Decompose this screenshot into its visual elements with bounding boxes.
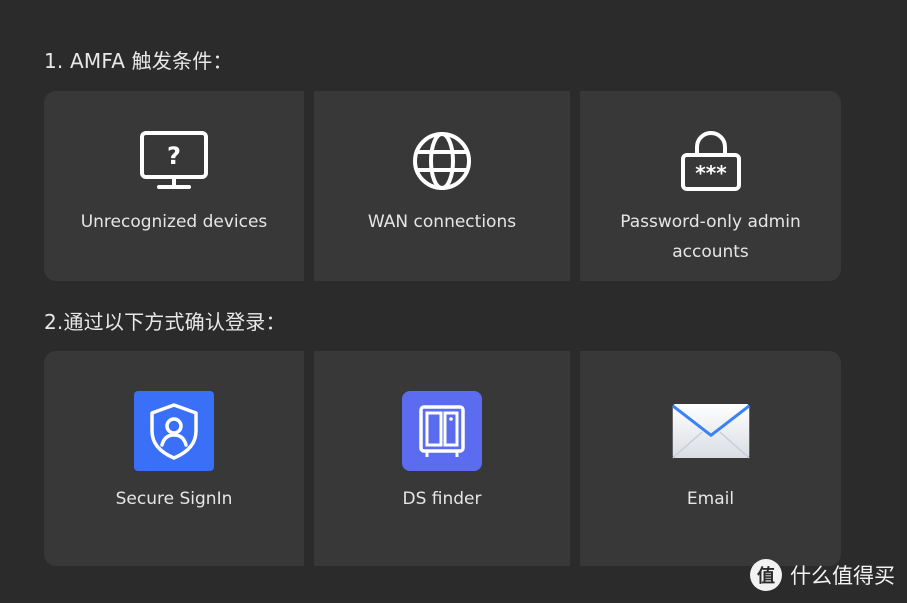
watermark-logo-icon: 值 (750, 559, 782, 591)
verification-methods-row: Secure SignIn DS finder Email (44, 351, 841, 566)
svg-text:***: *** (695, 161, 727, 185)
globe-icon (406, 129, 478, 193)
watermark: 值 什么值得买 (750, 559, 895, 591)
envelope-icon (671, 391, 751, 471)
trigger-conditions-row: ? Unrecognized devices WAN connections *… (44, 91, 841, 281)
ds-finder-icon (402, 391, 482, 471)
condition-label: Unrecognized devices (80, 212, 268, 232)
lock-password-icon: *** (675, 129, 747, 193)
condition-label: Password-only admin accounts (620, 212, 801, 262)
method-label: Email (686, 489, 735, 509)
svg-text:?: ? (167, 142, 181, 170)
secure-signin-shield-icon (134, 391, 214, 471)
condition-card-wan-connections: WAN connections (314, 91, 570, 281)
method-label: Secure SignIn (115, 489, 233, 509)
condition-card-unrecognized-devices: ? Unrecognized devices (44, 91, 304, 281)
method-card-email[interactable]: Email (580, 351, 841, 566)
condition-card-password-only-admin: *** Password-only admin accounts (580, 91, 841, 281)
method-card-ds-finder[interactable]: DS finder (314, 351, 570, 566)
condition-label: WAN connections (367, 212, 517, 232)
watermark-text: 什么值得买 (790, 564, 895, 588)
monitor-question-icon: ? (138, 129, 210, 193)
section-title-verification-methods: 2.通过以下方式确认登录： (44, 310, 286, 334)
method-card-secure-signin[interactable]: Secure SignIn (44, 351, 304, 566)
section-title-triggers: 1. AMFA 触发条件： (44, 49, 233, 73)
method-label: DS finder (402, 489, 482, 509)
